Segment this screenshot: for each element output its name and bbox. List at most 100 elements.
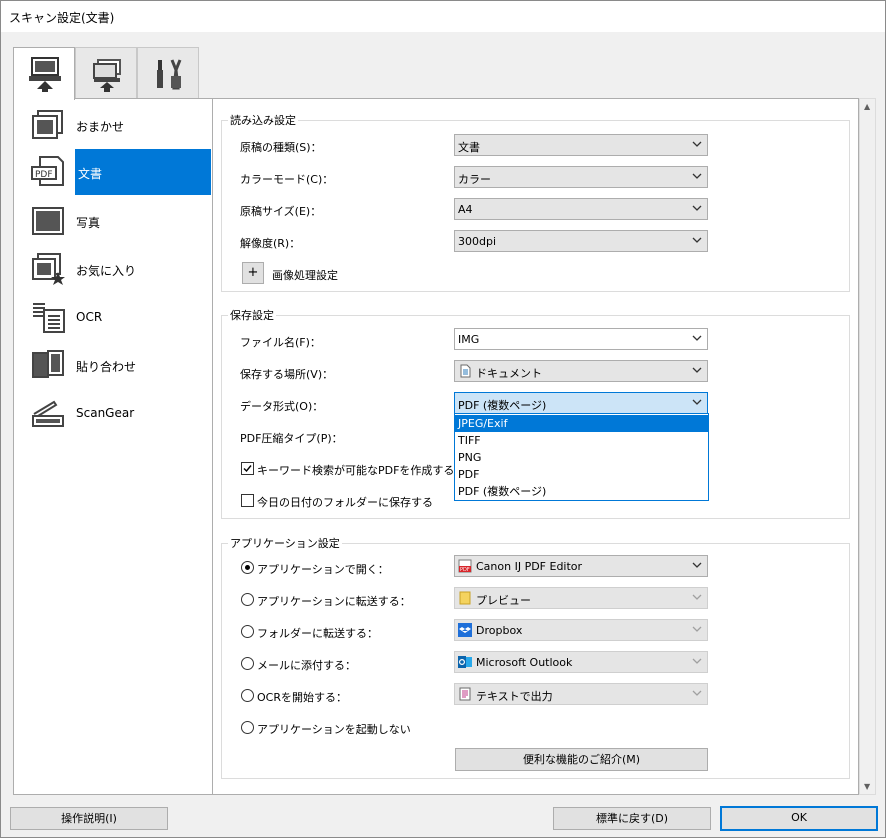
doc-type-label: 原稿の種類(S)： xyxy=(240,141,322,154)
sidebar-item-label: OCR xyxy=(76,310,103,324)
send-to-app-radio[interactable] xyxy=(241,593,254,606)
send-to-folder-value: Dropbox xyxy=(476,624,523,637)
scroll-down-icon[interactable]: ▼ xyxy=(864,782,870,791)
sidebar-item-document[interactable]: PDF 文書 xyxy=(14,149,212,195)
application-settings-legend: アプリケーション設定 xyxy=(230,537,340,550)
save-location-value: ドキュメント xyxy=(476,367,542,380)
sidebar-item-ocr[interactable]: OCR xyxy=(14,294,212,340)
vertical-scrollbar[interactable]: ▲ ▼ xyxy=(859,98,876,795)
filename-label: ファイル名(F)： xyxy=(240,336,321,349)
sidebar-item-label: 文書 xyxy=(78,167,103,181)
features-intro-button[interactable]: 便利な機能のご紹介(M) xyxy=(455,748,708,771)
ok-button[interactable]: OK xyxy=(720,806,878,831)
send-to-app-select[interactable]: プレビュー xyxy=(454,587,708,609)
title-bar: スキャン設定(文書) xyxy=(1,1,885,32)
paper-size-label: 原稿サイズ(E)： xyxy=(240,205,322,218)
open-with-app-value: Canon IJ PDF Editor xyxy=(476,560,583,573)
attach-to-email-label: メールに添付する： xyxy=(257,659,356,672)
no-app-label: アプリケーションを起動しない xyxy=(257,723,411,736)
start-ocr-radio[interactable] xyxy=(241,689,254,702)
sidebar-item-scangear[interactable]: ScanGear xyxy=(14,390,212,436)
resolution-label: 解像度(R)： xyxy=(240,237,301,250)
auto-scan-icon xyxy=(32,110,63,139)
sidebar-item-label: 貼り合わせ xyxy=(76,360,137,374)
start-ocr-label: OCRを開始する： xyxy=(257,691,347,704)
ocr-icon xyxy=(33,303,65,333)
attach-to-email-value: Microsoft Outlook xyxy=(476,656,573,669)
scangear-icon xyxy=(32,400,64,427)
send-to-folder-radio[interactable] xyxy=(241,625,254,638)
chevron-down-icon xyxy=(692,658,702,664)
save-settings-legend: 保存設定 xyxy=(230,309,274,322)
image-processing-label: 画像処理設定 xyxy=(272,269,338,282)
data-format-option[interactable]: PNG xyxy=(455,449,708,466)
doc-type-select[interactable]: 文書 xyxy=(454,134,708,156)
tab-scan-from-operation-panel[interactable] xyxy=(75,47,137,98)
chevron-down-icon xyxy=(692,237,702,243)
start-ocr-select[interactable]: テキストで出力 xyxy=(454,683,708,705)
scroll-up-icon[interactable]: ▲ xyxy=(864,102,870,111)
sidebar-item-favorites[interactable]: お気に入り xyxy=(14,246,212,292)
sidebar-item-stitch[interactable]: 貼り合わせ xyxy=(14,342,212,388)
open-with-app-radio[interactable] xyxy=(241,561,254,574)
restore-defaults-button[interactable]: 標準に戻す(D) xyxy=(553,807,711,830)
date-folder-label: 今日の日付のフォルダーに保存する xyxy=(257,496,433,509)
resolution-select[interactable]: 300dpi xyxy=(454,230,708,252)
tab-tools[interactable] xyxy=(137,47,199,98)
window-title: スキャン設定(文書) xyxy=(9,11,115,25)
no-app-radio[interactable] xyxy=(241,721,254,734)
chevron-down-icon xyxy=(692,205,702,211)
color-mode-select[interactable]: カラー xyxy=(454,166,708,188)
send-to-app-value: プレビュー xyxy=(476,594,531,607)
chevron-down-icon xyxy=(692,690,702,696)
send-to-folder-select[interactable]: Dropbox xyxy=(454,619,708,641)
tab-scan-from-computer[interactable] xyxy=(13,47,75,100)
pdf-editor-icon: PDF xyxy=(458,559,472,573)
color-mode-label: カラーモード(C)： xyxy=(240,173,334,186)
read-settings-legend: 読み込み設定 xyxy=(230,114,296,127)
start-ocr-value: テキストで出力 xyxy=(476,690,553,703)
chevron-down-icon xyxy=(692,173,702,179)
sidebar: おまかせ PDF 文書 写真 お気に入り OCR 貼り合わせ ScanGear xyxy=(13,98,213,795)
date-folder-checkbox[interactable] xyxy=(241,494,254,507)
data-format-option[interactable]: PDF (複数ページ) xyxy=(455,483,708,500)
data-format-option[interactable]: PDF xyxy=(455,466,708,483)
chevron-down-icon xyxy=(692,141,702,147)
chevron-down-icon xyxy=(692,367,702,373)
chevron-down-icon xyxy=(692,562,702,568)
data-format-value: PDF (複数ページ) xyxy=(458,399,547,412)
sidebar-item-label: お気に入り xyxy=(76,264,137,278)
svg-text:PDF: PDF xyxy=(35,170,53,180)
doc-type-value: 文書 xyxy=(458,141,480,154)
sidebar-item-label: 写真 xyxy=(76,216,101,230)
filename-value: IMG xyxy=(458,333,480,346)
keyword-search-checkbox[interactable] xyxy=(241,462,254,475)
sidebar-item-auto[interactable]: おまかせ xyxy=(14,102,212,148)
send-to-app-label: アプリケーションに転送する： xyxy=(257,595,411,608)
dropbox-icon xyxy=(458,623,472,637)
image-processing-expand-button[interactable]: + xyxy=(242,262,264,284)
folder-icon xyxy=(459,591,471,605)
data-format-select[interactable]: PDF (複数ページ) xyxy=(454,392,708,414)
instructions-button[interactable]: 操作説明(I) xyxy=(10,807,168,830)
save-location-select[interactable]: ドキュメント xyxy=(454,360,708,382)
open-with-app-select[interactable]: PDF Canon IJ PDF Editor xyxy=(454,555,708,577)
data-format-label: データ形式(O)： xyxy=(240,400,324,413)
favorite-icon xyxy=(32,253,65,285)
paper-size-select[interactable]: A4 xyxy=(454,198,708,220)
chevron-down-icon xyxy=(692,626,702,632)
document-folder-icon xyxy=(460,364,471,378)
sidebar-item-photo[interactable]: 写真 xyxy=(14,198,212,244)
photo-icon xyxy=(32,207,64,235)
color-mode-value: カラー xyxy=(458,173,491,186)
scan-from-computer-icon xyxy=(29,57,61,92)
data-format-dropdown-list[interactable]: JPEG/Exif TIFF PNG PDF PDF (複数ページ) xyxy=(454,413,709,501)
data-format-option[interactable]: JPEG/Exif xyxy=(455,415,708,432)
attach-to-email-radio[interactable] xyxy=(241,657,254,670)
tools-icon xyxy=(157,59,182,90)
sidebar-item-label: おまかせ xyxy=(76,120,125,134)
attach-to-email-select[interactable]: Microsoft Outlook xyxy=(454,651,708,673)
scan-from-operation-panel-icon xyxy=(93,59,121,92)
data-format-option[interactable]: TIFF xyxy=(455,432,708,449)
filename-input[interactable]: IMG xyxy=(454,328,708,350)
